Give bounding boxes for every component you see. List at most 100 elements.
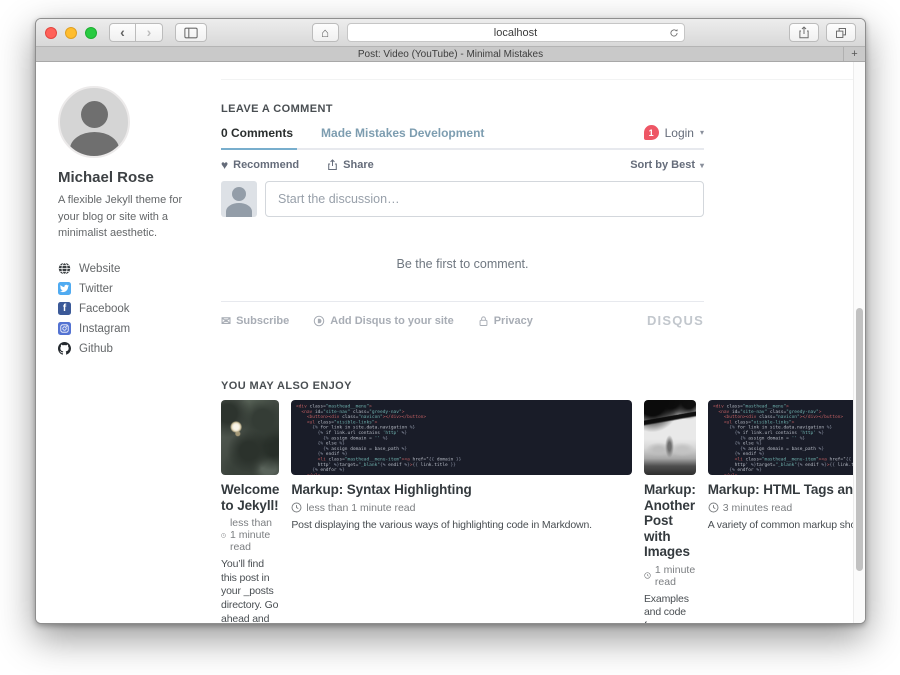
post-title[interactable]: Markup: Syntax Highlighting bbox=[291, 482, 632, 498]
share-thread-button[interactable]: Share bbox=[327, 159, 374, 171]
address-bar[interactable]: localhost bbox=[347, 23, 685, 42]
community-link[interactable]: Made Mistakes Development bbox=[321, 126, 484, 140]
sidebar-item-github[interactable]: Github bbox=[58, 342, 208, 356]
disqus-footer: ✉ Subscribe Add Disqus to your site Priv… bbox=[221, 302, 704, 328]
notification-badge: 1 bbox=[644, 125, 659, 140]
recommend-button[interactable]: ♥ Recommend bbox=[221, 159, 299, 171]
related-post-card: Welcome to Jekyll! less than 1 minute re… bbox=[221, 400, 279, 624]
related-post-card: <div class="masthead__menu"> <nav id="si… bbox=[291, 400, 632, 624]
read-time-label: 3 minutes read bbox=[723, 502, 792, 514]
forward-icon: › bbox=[147, 25, 152, 39]
nav-buttons: ‹ › bbox=[109, 23, 163, 42]
screenshot-stage: ‹ › ⌂ localhost bbox=[0, 0, 900, 675]
related-posts-grid: Welcome to Jekyll! less than 1 minute re… bbox=[221, 400, 866, 624]
avatar bbox=[58, 86, 130, 158]
traffic-lights bbox=[45, 27, 97, 39]
comments-section: LEAVE A COMMENT 0 Comments Made Mistakes… bbox=[221, 79, 866, 328]
disqus-logo[interactable]: DISQUS bbox=[647, 313, 704, 328]
add-disqus-link[interactable]: Add Disqus to your site bbox=[313, 315, 453, 327]
read-time-label: less than 1 minute read bbox=[306, 502, 415, 514]
comment-input[interactable] bbox=[265, 181, 704, 217]
tabs-icon bbox=[835, 27, 847, 39]
post-excerpt: Post displaying the various ways of high… bbox=[291, 519, 632, 533]
privacy-link[interactable]: Privacy bbox=[478, 315, 533, 327]
zoom-button[interactable] bbox=[85, 27, 97, 39]
related-posts-section: YOU MAY ALSO ENJOY Welcome to Jekyll! le… bbox=[221, 380, 866, 624]
sidebar-item-website[interactable]: Website bbox=[58, 262, 208, 276]
sidebar-toggle-button[interactable] bbox=[175, 23, 207, 42]
reload-icon[interactable] bbox=[669, 28, 679, 38]
home-button[interactable]: ⌂ bbox=[312, 23, 339, 42]
facebook-icon: f bbox=[58, 302, 71, 315]
read-time: 1 minute read bbox=[644, 564, 696, 588]
post-title[interactable]: Markup: HTML Tags and Formatting bbox=[708, 482, 866, 498]
new-tab-button[interactable]: + bbox=[843, 47, 865, 61]
sidebar-item-instagram[interactable]: Instagram bbox=[58, 322, 208, 336]
toolbar-right-buttons bbox=[789, 23, 856, 42]
read-time: less than 1 minute read bbox=[291, 502, 632, 514]
read-time-label: 1 minute read bbox=[655, 564, 696, 588]
tab-overview-button[interactable] bbox=[826, 23, 856, 42]
related-heading: YOU MAY ALSO ENJOY bbox=[221, 380, 866, 392]
envelope-icon: ✉ bbox=[221, 315, 231, 327]
link-label: Facebook bbox=[79, 303, 130, 315]
twitter-icon bbox=[58, 282, 71, 295]
author-bio: A flexible Jekyll theme for your blog or… bbox=[58, 192, 190, 242]
tab-comments[interactable]: 0 Comments bbox=[221, 126, 293, 140]
subscribe-label: Subscribe bbox=[236, 315, 289, 327]
comment-editor bbox=[221, 181, 704, 217]
tab-bar: Post: Video (YouTube) - Minimal Mistakes… bbox=[36, 47, 865, 62]
share-icon bbox=[798, 26, 810, 39]
link-label: Twitter bbox=[79, 283, 113, 295]
read-time: less than 1 minute read bbox=[221, 517, 279, 553]
minimize-button[interactable] bbox=[65, 27, 77, 39]
post-title[interactable]: Welcome to Jekyll! bbox=[221, 482, 279, 513]
related-post-card: Markup: Another Post with Images 1 minut… bbox=[644, 400, 696, 624]
home-icon: ⌂ bbox=[321, 25, 329, 40]
code-thumb: <div class="masthead__menu"> <nav id="si… bbox=[296, 404, 627, 475]
globe-icon bbox=[58, 262, 71, 275]
sort-by-best-button[interactable]: Sort by Best ▾ bbox=[630, 159, 704, 171]
author-links: Website Twitter f Facebook bbox=[58, 262, 208, 356]
login-label: Login bbox=[665, 126, 694, 140]
share-button[interactable] bbox=[789, 23, 819, 42]
back-button[interactable]: ‹ bbox=[109, 23, 136, 42]
disqus-embed: 0 Comments Made Mistakes Development 1 L… bbox=[221, 125, 704, 328]
clock-icon bbox=[644, 570, 651, 581]
post-excerpt: You’ll find this post in your _posts dir… bbox=[221, 558, 279, 624]
add-disqus-label: Add Disqus to your site bbox=[330, 315, 453, 327]
back-icon: ‹ bbox=[120, 25, 125, 39]
recommend-label: Recommend bbox=[233, 159, 299, 171]
author-sidebar: Michael Rose A flexible Jekyll theme for… bbox=[36, 62, 208, 624]
sort-label: Sort by Best bbox=[630, 159, 695, 171]
author-name: Michael Rose bbox=[58, 169, 208, 186]
main-column: LEAVE A COMMENT 0 Comments Made Mistakes… bbox=[208, 62, 866, 624]
chevron-down-icon: ▾ bbox=[700, 161, 704, 170]
privacy-label: Privacy bbox=[494, 315, 533, 327]
share-label: Share bbox=[343, 159, 374, 171]
forward-button[interactable]: › bbox=[136, 23, 163, 42]
subscribe-link[interactable]: ✉ Subscribe bbox=[221, 315, 289, 327]
disqus-d-icon bbox=[313, 315, 325, 327]
close-button[interactable] bbox=[45, 27, 57, 39]
related-post-card: <div class="masthead__menu"> <nav id="si… bbox=[708, 400, 866, 624]
instagram-icon bbox=[58, 322, 71, 335]
active-tab[interactable]: Post: Video (YouTube) - Minimal Mistakes bbox=[36, 49, 865, 60]
post-thumbnail-moss[interactable] bbox=[221, 400, 279, 475]
post-thumbnail-code[interactable]: <div class="masthead__menu"> <nav id="si… bbox=[291, 400, 632, 475]
sidebar-icon bbox=[184, 27, 198, 39]
url-text: localhost bbox=[363, 27, 669, 39]
post-thumbnail-code[interactable]: <div class="masthead__menu"> <nav id="si… bbox=[708, 400, 866, 475]
clock-icon bbox=[221, 530, 226, 541]
post-excerpt: Examples and code for displaying images … bbox=[644, 593, 696, 624]
post-title[interactable]: Markup: Another Post with Images bbox=[644, 482, 696, 560]
post-thumbnail-fog[interactable] bbox=[644, 400, 696, 475]
code-thumb: <div class="masthead__menu"> <nav id="si… bbox=[713, 404, 866, 475]
scrollbar-thumb[interactable] bbox=[856, 308, 863, 571]
page-content: Michael Rose A flexible Jekyll theme for… bbox=[36, 62, 865, 624]
sidebar-item-twitter[interactable]: Twitter bbox=[58, 282, 208, 296]
login-button[interactable]: 1 Login ▾ bbox=[644, 125, 704, 140]
sidebar-item-facebook[interactable]: f Facebook bbox=[58, 302, 208, 316]
lock-icon bbox=[478, 315, 489, 327]
commenter-avatar bbox=[221, 181, 257, 217]
